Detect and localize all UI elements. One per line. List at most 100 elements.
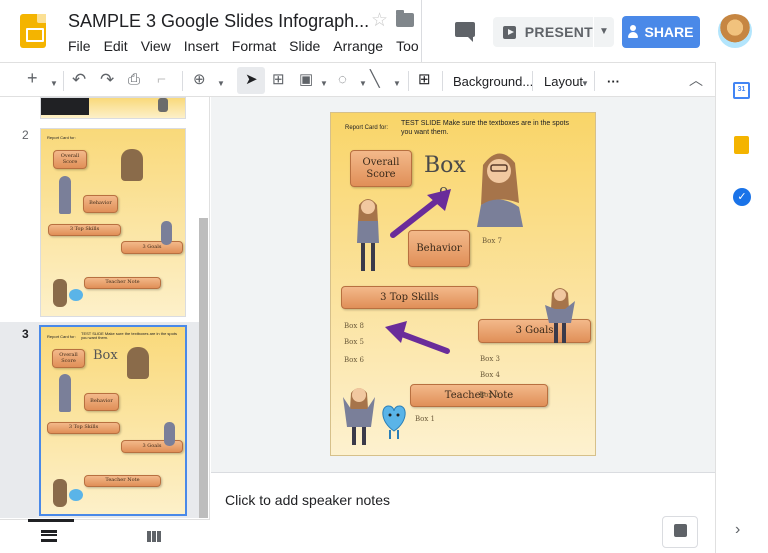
thumb-behavior: Behavior [83, 195, 118, 213]
expand-side-panel-icon[interactable]: › [735, 521, 740, 539]
box-2-label[interactable]: Box 2 [479, 391, 499, 399]
heart-figure [69, 289, 83, 301]
filmstrip-footer [0, 519, 210, 553]
shape-dropdown-icon[interactable]: ▼ [359, 74, 367, 94]
star-icon[interactable]: ☆ [371, 9, 388, 32]
speaker-notes-placeholder[interactable]: Click to add speaker notes [225, 492, 390, 508]
menu-view[interactable]: View [141, 38, 171, 54]
keep-icon[interactable] [734, 136, 749, 154]
redo-icon[interactable]: ↷ [100, 70, 114, 90]
box-4-label[interactable]: Box 4 [480, 371, 500, 379]
slide-thumbnail-2[interactable]: Report Card for: Overall Score Behavior … [40, 128, 186, 317]
menu-file[interactable]: File [68, 38, 91, 54]
collapse-toolbar-icon[interactable]: ︿ [689, 70, 703, 90]
present-dropdown-icon[interactable]: ▼ [594, 17, 614, 47]
more-options-icon[interactable]: ··· [607, 72, 620, 92]
bitmoji-figure[interactable] [469, 143, 529, 227]
layout-dropdown-icon[interactable]: ▼ [581, 74, 589, 94]
bitmoji-figure [53, 279, 67, 307]
box-1-label[interactable]: Box 1 [415, 415, 435, 423]
bitmoji-figure [127, 347, 149, 379]
thumb-box-label: Box [93, 348, 118, 363]
new-slide-icon[interactable]: + [27, 68, 38, 88]
line-icon[interactable]: ╲ [370, 70, 380, 90]
box-7-label[interactable]: Box 7 [482, 237, 502, 245]
overall-score-tag[interactable]: Overall Score [350, 150, 412, 187]
bitmoji-figure [158, 98, 168, 112]
thumb-top-skills: 3 Top Skills [47, 422, 120, 434]
thumbnail-dark-block [41, 98, 89, 115]
box-6-label[interactable]: Box 6 [344, 356, 364, 364]
folder-icon[interactable] [396, 10, 414, 27]
slide[interactable]: Report Card for: TEST SLIDE Make sure th… [330, 112, 596, 456]
filmstrip-scrollbar[interactable] [199, 218, 208, 518]
menu-arrange[interactable]: Arrange [333, 38, 383, 54]
bitmoji-figure[interactable] [353, 193, 383, 277]
avatar[interactable] [718, 14, 752, 48]
thumb-behavior: Behavior [84, 393, 119, 411]
slide-thumbnail-1[interactable] [40, 97, 186, 119]
header-divider [421, 0, 422, 62]
add-comment-icon[interactable]: ⊞ [418, 70, 431, 90]
present-label: PRESENT [524, 24, 593, 40]
toolbar-divider [408, 71, 409, 91]
speaker-notes-panel[interactable] [211, 478, 715, 553]
zoom-icon[interactable]: ⊕ [193, 70, 206, 90]
person-icon [628, 25, 639, 39]
comment-history-icon[interactable] [455, 22, 475, 42]
bitmoji-figure[interactable] [341, 383, 377, 447]
grid-view-icon[interactable] [147, 531, 161, 542]
background-button[interactable]: Background... [453, 72, 533, 92]
thumb-goals: 3 Goals [121, 241, 183, 254]
heart-figure[interactable] [379, 401, 409, 441]
explore-icon [674, 524, 687, 537]
slide-number: 3 [22, 327, 29, 341]
toolbar-divider [182, 71, 183, 91]
select-cursor-icon[interactable]: ➤ [245, 70, 258, 90]
toolbar-divider [63, 71, 64, 91]
arrow-left-icon[interactable] [383, 319, 451, 355]
menu-edit[interactable]: Edit [104, 38, 128, 54]
bitmoji-figure [53, 479, 67, 507]
print-icon[interactable]: ⎙ [128, 70, 140, 90]
box-5-label[interactable]: Box 5 [344, 338, 364, 346]
menu-slide[interactable]: Slide [289, 38, 320, 54]
text-box-icon[interactable]: ⊞ [272, 70, 285, 90]
document-title[interactable]: SAMPLE 3 Google Slides Infograph... [68, 11, 369, 32]
menu-format[interactable]: Format [232, 38, 276, 54]
tasks-icon[interactable]: ✓ [733, 188, 751, 206]
box-3-label[interactable]: Box 3 [480, 355, 500, 363]
new-slide-dropdown-icon[interactable]: ▼ [50, 74, 58, 94]
menu-insert[interactable]: Insert [184, 38, 219, 54]
image-dropdown-icon[interactable]: ▼ [320, 74, 328, 94]
filmstrip-view-icon[interactable] [41, 530, 57, 542]
bitmoji-figure [164, 422, 175, 446]
image-icon[interactable]: ▣ [299, 70, 313, 90]
line-dropdown-icon[interactable]: ▼ [393, 74, 401, 94]
report-card-label[interactable]: Report Card for: [345, 125, 388, 131]
menu-tools[interactable]: Too [396, 38, 419, 54]
box-big-label[interactable]: Box [424, 153, 466, 178]
paint-format-icon[interactable]: ⌐ [157, 70, 166, 90]
arrow-up-right-icon[interactable] [387, 185, 457, 239]
calendar-icon[interactable]: 31 [733, 82, 750, 99]
share-label: SHARE [644, 24, 694, 40]
present-button[interactable]: PRESENT [493, 17, 593, 47]
layout-button[interactable]: Layout [544, 72, 583, 92]
toolbar-divider [532, 71, 533, 91]
undo-icon[interactable]: ↶ [72, 70, 86, 90]
zoom-dropdown-icon[interactable]: ▼ [217, 74, 225, 94]
thumb-top-skills: 3 Top Skills [48, 224, 121, 236]
share-button[interactable]: SHARE [622, 16, 700, 48]
shape-icon[interactable]: ◌ [338, 70, 347, 90]
top-skills-tag[interactable]: 3 Top Skills [341, 286, 478, 309]
heart-figure [69, 489, 83, 501]
box-8-label[interactable]: Box 8 [344, 322, 364, 330]
thumb-test-note: TEST SLIDE Make sure the textboxes are i… [81, 331, 177, 341]
test-slide-note[interactable]: TEST SLIDE Make sure the textboxes are i… [401, 120, 581, 138]
slides-logo-icon[interactable] [20, 14, 46, 48]
slide-thumbnail-3[interactable]: Report Card for: TEST SLIDE Make sure th… [39, 325, 187, 516]
bitmoji-figure[interactable] [545, 283, 575, 345]
thumb-report-label: Report Card for: [47, 135, 76, 140]
present-play-icon [503, 25, 516, 39]
